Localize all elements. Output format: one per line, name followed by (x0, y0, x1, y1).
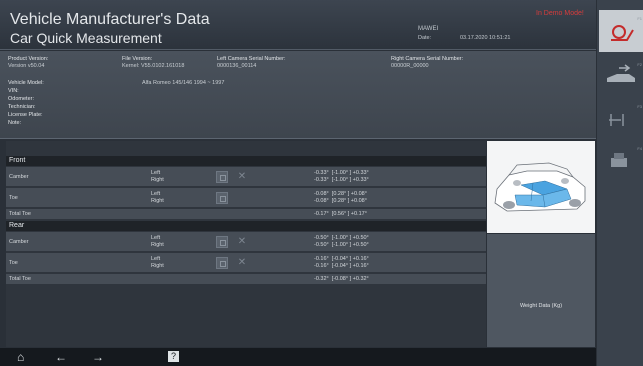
file-version-value: Kernel: V55.0102.161018 (122, 63, 185, 69)
vehicle-model-value: Alfa Romeo 145/146 1994 ~ 1997 (142, 80, 225, 86)
wrench-icon[interactable]: ✕ (236, 257, 248, 269)
sidebar-item-wheel[interactable]: F1 (599, 10, 643, 52)
front-section-header: Front (6, 156, 486, 166)
rear-section-header: Rear (6, 221, 486, 231)
wrench-icon[interactable]: ✕ (236, 171, 248, 183)
front-toe-row: Toe Left Right -0.08° [0.28° ] +0.08° -0… (6, 188, 486, 208)
camber-left-value: -0.50° [-1.00° ] +0.50° (314, 235, 369, 241)
side-right: Right (151, 198, 164, 204)
side-right: Right (151, 263, 164, 269)
header-bar: Vehicle Manufacturer's Data Car Quick Me… (0, 0, 596, 50)
sidebar-item-adjust[interactable]: F3 (599, 98, 643, 140)
left-camera-value: 0000136_00114 (217, 63, 257, 69)
total-toe-value: -0.32° [-0.08° ] +0.32° (314, 276, 369, 282)
camber-right-value: -0.33° [-1.00° ] +0.33° (314, 177, 369, 183)
arrow-right-icon[interactable]: → (92, 350, 104, 364)
image-icon[interactable] (216, 257, 228, 269)
weight-data-panel: Weight Data (Kg) (487, 234, 595, 347)
rear-camber-row: Camber Left Right ✕ -0.50° [-1.00° ] +0.… (6, 232, 486, 252)
side-left: Left (151, 170, 161, 176)
row-label: Toe (9, 195, 18, 201)
vehicle-model-label: Vehicle Model: (8, 80, 44, 86)
toe-left-value: -0.08° [0.28° ] +0.08° (314, 191, 367, 197)
screen: Vehicle Manufacturer's Data Car Quick Me… (0, 0, 643, 366)
front-total-toe-row: Total Toe -0.17° [0.56° ] +0.17° (6, 209, 486, 220)
image-icon[interactable] (216, 236, 228, 248)
side-right: Right (151, 177, 164, 183)
left-camera-label: Left Camera Serial Number: (217, 56, 286, 62)
arrow-left-icon[interactable]: ← (55, 350, 67, 364)
home-icon[interactable]: ⌂ (17, 350, 24, 364)
car-icon (494, 162, 586, 212)
toe-right-value: -0.08° [0.28° ] +0.08° (314, 198, 367, 204)
date-value: 03.17.2020 10:51:21 (460, 35, 511, 41)
key-f3: F3 (637, 104, 642, 109)
sidebar-item-print[interactable]: F4 (599, 140, 643, 182)
license-plate-label: License Plate: (8, 112, 43, 118)
side-right: Right (151, 242, 164, 248)
front-camber-row: Camber Left Right ✕ -0.33° [-1.00° ] +0.… (6, 167, 486, 187)
row-label: Camber (9, 239, 29, 245)
right-camera-value: 00000R_00000 (391, 63, 429, 69)
toe-left-value: -0.16° [-0.04° ] +0.16° (314, 256, 369, 262)
vin-label: VIN: (8, 88, 19, 94)
vehicle-info-panel: Product Version: Version v50.04 File Ver… (0, 51, 596, 139)
function-sidebar: F1 F2 F3 F4 (597, 0, 643, 366)
total-toe-value: -0.17° [0.56° ] +0.17° (314, 211, 367, 217)
right-camera-label: Right Camera Serial Number: (391, 56, 464, 62)
key-f1: F1 (637, 16, 642, 21)
car-diagram (487, 141, 595, 233)
camber-left-value: -0.33° [-1.00° ] +0.33° (314, 170, 369, 176)
page-subtitle: Car Quick Measurement (10, 30, 162, 46)
alignment-table: Front Camber Left Right ✕ -0.33° [-1.00°… (6, 141, 486, 347)
shop-name: MAWEI (418, 26, 439, 32)
toe-right-value: -0.16° [-0.04° ] +0.16° (314, 263, 369, 269)
technician-label: Technician: (8, 104, 36, 110)
note-label: Note: (8, 120, 22, 126)
file-version-label: File Version: (122, 56, 153, 62)
rear-total-toe-row: Total Toe -0.32° [-0.08° ] +0.32° (6, 274, 486, 285)
key-f4: F4 (637, 146, 642, 151)
row-label: Camber (9, 174, 29, 180)
side-left: Left (151, 191, 161, 197)
row-label: Total Toe (9, 211, 31, 217)
page-title: Vehicle Manufacturer's Data (10, 11, 210, 28)
help-icon[interactable]: ? (168, 351, 179, 362)
demo-mode-indicator: In Demo Mode! (536, 10, 584, 17)
row-label: Toe (9, 260, 18, 266)
odometer-label: Odometer: (8, 96, 34, 102)
row-label: Total Toe (9, 276, 31, 282)
image-icon[interactable] (216, 171, 228, 183)
rear-toe-row: Toe Left Right ✕ -0.16° [-0.04° ] +0.16°… (6, 253, 486, 273)
camber-right-value: -0.50° [-1.00° ] +0.50° (314, 242, 369, 248)
side-left: Left (151, 256, 161, 262)
sidebar-item-swap[interactable]: F2 (599, 56, 643, 98)
side-left: Left (151, 235, 161, 241)
key-f2: F2 (637, 62, 642, 67)
image-icon[interactable] (216, 192, 228, 204)
bottom-toolbar: ⌂ ← → ? (0, 348, 596, 366)
product-version-label: Product Version: (8, 56, 49, 62)
wrench-icon[interactable]: ✕ (236, 236, 248, 248)
product-version-value: Version v50.04 (8, 63, 45, 69)
date-label: Date: (418, 35, 432, 41)
weight-data-label: Weight Data (Kg) (519, 303, 563, 309)
